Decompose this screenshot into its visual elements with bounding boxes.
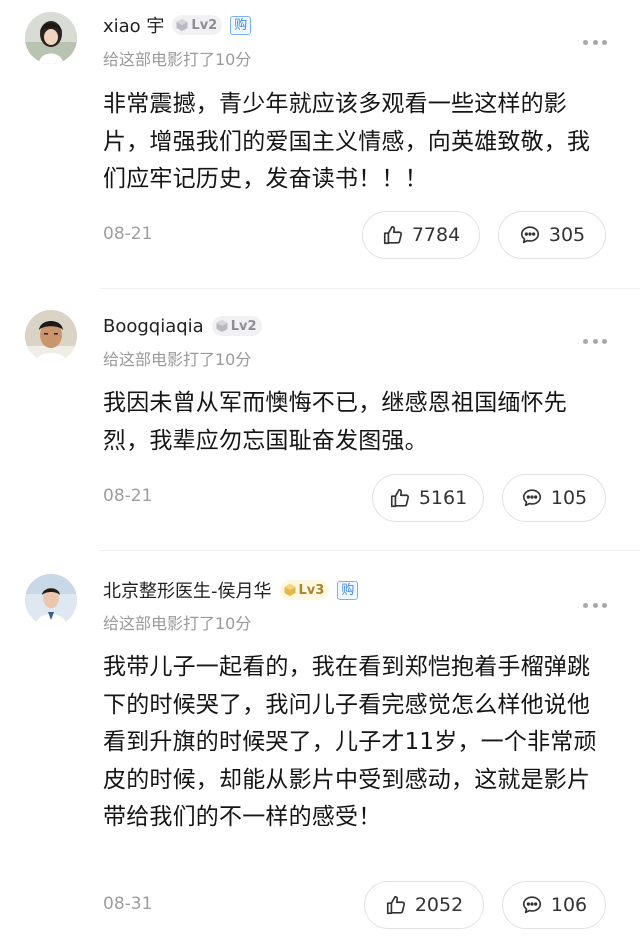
comment-date: 08-21	[103, 224, 153, 244]
avatar[interactable]	[25, 310, 77, 362]
reply-button[interactable]: 106	[502, 881, 606, 929]
user-info-row: 北京整形医生-侯月华 Lv3 购	[103, 576, 359, 604]
like-button[interactable]: 7784	[362, 211, 480, 259]
user-info-row: xiao 宇 Lv2 购	[103, 11, 252, 39]
more-dots-icon[interactable]	[583, 37, 607, 47]
like-count: 5161	[418, 487, 468, 509]
comment-text: 我因未曾从军而懊悔不已，继感恩祖国缅怀先烈，我辈应勿忘国耻奋发图强。	[103, 390, 567, 454]
comment-item: xiao 宇 Lv2 购 给这部电影打了10分 非常震撼，青少年就应该多观看一些…	[0, 0, 640, 280]
more-dots-icon[interactable]	[583, 600, 607, 610]
comment-text: 我带儿子一起看的，我在看到郑恺抱着手榴弹跳下的时候哭了，我问儿子看完感觉怎么样他…	[103, 654, 597, 830]
reply-count: 305	[548, 224, 586, 246]
comment-date: 08-21	[103, 486, 153, 506]
reply-count: 105	[550, 487, 588, 509]
like-button[interactable]: 2052	[364, 881, 484, 929]
level-text: Lv3	[298, 582, 325, 598]
level-badge: Lv3	[279, 580, 330, 600]
like-count: 7784	[411, 224, 461, 246]
comment-bubble-icon	[520, 226, 539, 244]
username[interactable]: 北京整形医生-侯月华	[103, 577, 272, 603]
username[interactable]: Boogqiaqia	[103, 316, 204, 337]
comment-item: Boogqiaqia Lv2 给这部电影打了10分 我因未曾从军而懊悔不已，继感…	[0, 288, 640, 550]
thumbs-up-icon	[386, 895, 405, 915]
more-dots-icon[interactable]	[583, 336, 607, 346]
level-gem-icon	[284, 584, 295, 596]
level-gem-icon	[176, 19, 188, 31]
user-info-row: Boogqiaqia Lv2	[103, 312, 262, 340]
avatar[interactable]	[25, 574, 77, 626]
level-text: Lv2	[230, 318, 257, 334]
like-count: 2052	[414, 894, 464, 916]
thumbs-up-icon	[383, 225, 402, 245]
reply-count: 106	[550, 894, 588, 916]
rating-text: 给这部电影打了10分	[103, 614, 252, 633]
comment-date: 08-31	[103, 894, 153, 914]
rating-text: 给这部电影打了10分	[103, 50, 252, 69]
comment-bubble-icon	[522, 896, 541, 914]
comment-text: 非常震撼，青少年就应该多观看一些这样的影片，增强我们的爱国主义情感，向英雄致敬，…	[103, 91, 591, 192]
level-badge: Lv2	[211, 316, 262, 336]
avatar[interactable]	[25, 12, 77, 64]
level-gem-icon	[216, 320, 228, 332]
level-badge: Lv2	[172, 15, 223, 35]
reply-button[interactable]: 105	[502, 474, 606, 522]
username[interactable]: xiao 宇	[103, 12, 164, 38]
purchased-badge: 购	[337, 580, 359, 600]
thumbs-up-icon	[390, 488, 409, 508]
comment-bubble-icon	[522, 489, 541, 507]
level-text: Lv2	[191, 17, 218, 33]
like-button[interactable]: 5161	[372, 474, 484, 522]
comment-item: 北京整形医生-侯月华 Lv3 购 给这部电影打了10分 我带儿子一起看的，我在看…	[0, 550, 640, 942]
purchased-badge: 购	[230, 15, 252, 35]
reply-button[interactable]: 305	[498, 211, 606, 259]
rating-text: 给这部电影打了10分	[103, 350, 252, 369]
